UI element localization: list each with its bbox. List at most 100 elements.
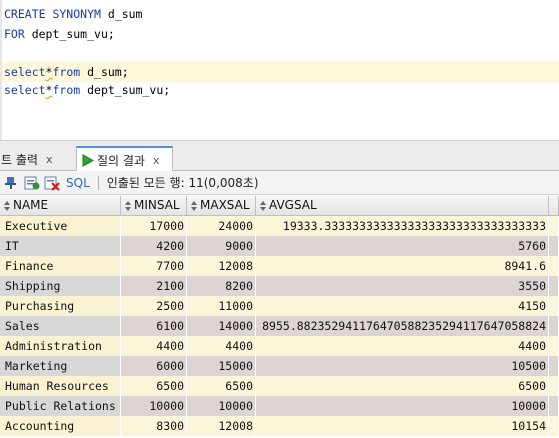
cell-avgsal[interactable]: 4150 [256,296,549,316]
sort-icon [4,201,10,211]
row-filler [549,276,559,296]
row-filler [549,336,559,356]
row-filler [549,416,559,436]
column-header-label: MAXSAL [200,198,250,212]
close-icon[interactable]: x [46,153,53,166]
cell-name[interactable]: Sales [0,316,121,336]
cell-minsal[interactable]: 6100 [121,316,187,336]
code-line: select*from dept_sum_vu; [4,80,170,100]
table-row[interactable]: IT 4200 9000 5760 [0,236,559,256]
tab-script-output[interactable]: 립트 출력 x [0,146,76,172]
table-row[interactable]: Executive 17000 24000 19333.333333333333333… [0,216,559,236]
row-filler [549,376,559,396]
cell-avgsal[interactable]: 4400 [256,336,549,356]
cell-avgsal[interactable]: 10500 [256,356,549,376]
cell-maxsal[interactable]: 4400 [187,336,256,356]
grid-header: NAME MINSAL MAXSAL AVGSAL [0,196,559,216]
tab-script-output-label: 립트 출력 [0,152,38,167]
pin-icon[interactable] [4,175,20,191]
cell-minsal[interactable]: 10000 [121,396,187,416]
sort-icon [125,201,131,211]
sort-icon [260,201,266,211]
cell-name[interactable]: Marketing [0,356,121,376]
refresh-icon[interactable] [24,175,40,191]
run-icon [82,153,94,167]
fetch-status: 인출된 모든 행: 11(0,008초) [106,176,259,190]
column-header-maxsal[interactable]: MAXSAL [187,196,256,216]
cell-minsal[interactable]: 7700 [121,256,187,276]
cell-minsal[interactable]: 6500 [121,376,187,396]
tab-query-result[interactable]: 질의 결과 x [76,146,173,172]
cell-avgsal[interactable]: 6500 [256,376,549,396]
cell-name[interactable]: Public Relations [0,396,121,416]
cell-name[interactable]: Executive [0,216,121,236]
cell-name[interactable]: Shipping [0,276,121,296]
cell-name[interactable]: IT [0,236,121,256]
cell-maxsal[interactable]: 8200 [187,276,256,296]
code-line: FOR dept_sum_vu; [4,24,115,44]
cell-minsal[interactable]: 2100 [121,276,187,296]
cell-avgsal[interactable]: 3550 [256,276,549,296]
close-icon[interactable]: x [153,154,160,167]
cell-minsal[interactable]: 4400 [121,336,187,356]
row-filler [549,236,559,256]
cell-avgsal[interactable]: 5760 [256,236,549,256]
table-row[interactable]: Finance 7700 12008 8941.6 [0,256,559,276]
sql-keyword: CREATE SYNONYM [4,7,101,21]
table-row[interactable]: Administration 4400 4400 4400 [0,336,559,356]
table-row[interactable]: Human Resources 6500 6500 6500 [0,376,559,396]
cell-minsal[interactable]: 2500 [121,296,187,316]
cell-minsal[interactable]: 4200 [121,236,187,256]
tab-query-result-label: 질의 결과 [97,153,145,168]
cell-maxsal[interactable]: 14000 [187,316,256,336]
column-header-label: NAME [13,198,49,212]
table-row[interactable]: Public Relations 10000 10000 10000 [0,396,559,416]
cell-maxsal[interactable]: 11000 [187,296,256,316]
cell-avgsal[interactable]: 8955.88235294117647058823529411764705882… [256,316,549,336]
row-filler [549,256,559,276]
code-line: select*from d_sum; [2,62,559,82]
cell-name[interactable]: Finance [0,256,121,276]
cell-maxsal[interactable]: 10000 [187,396,256,416]
cell-minsal[interactable]: 17000 [121,216,187,236]
table-row[interactable]: Sales 6100 14000 8955.882352941176470588235… [0,316,559,336]
delete-icon[interactable] [44,175,60,191]
sql-button[interactable]: SQL [66,176,90,190]
code-line: CREATE SYNONYM d_sum [4,4,142,24]
sql-keyword: FOR [4,27,25,41]
sql-keyword: select [4,65,46,79]
row-filler [549,396,559,416]
cell-maxsal[interactable]: 12008 [187,416,256,436]
cell-maxsal[interactable]: 9000 [187,236,256,256]
table-row[interactable]: Shipping 2100 8200 3550 [0,276,559,296]
table-row[interactable]: Marketing 6000 15000 10500 [0,356,559,376]
table-row[interactable]: Purchasing 2500 11000 4150 [0,296,559,316]
cell-avgsal[interactable]: 19333.33333333333333333333333333333333 [256,216,549,236]
cell-avgsal[interactable]: 10154 [256,416,549,436]
toolbar-separator [97,175,99,190]
row-filler [549,356,559,376]
row-filler [549,316,559,336]
cell-minsal[interactable]: 6000 [121,356,187,376]
row-filler [549,216,559,236]
cell-avgsal[interactable]: 10000 [256,396,549,416]
column-header-name[interactable]: NAME [0,196,121,216]
sql-editor[interactable]: CREATE SYNONYM d_sum FOR dept_sum_vu; sele… [0,0,559,140]
column-header-avgsal[interactable]: AVGSAL [256,196,549,216]
sql-token: d_sum [100,7,143,21]
cell-maxsal[interactable]: 15000 [187,356,256,376]
table-row[interactable]: Accounting 8300 12008 10154 [0,416,559,436]
column-header-minsal[interactable]: MINSAL [121,196,187,216]
sql-token: dept_sum_vu; [80,83,171,97]
cell-name[interactable]: Purchasing [0,296,121,316]
row-filler [549,296,559,316]
cell-minsal[interactable]: 8300 [121,416,187,436]
cell-maxsal[interactable]: 12008 [187,256,256,276]
cell-maxsal[interactable]: 24000 [187,216,256,236]
cell-name[interactable]: Administration [0,336,121,356]
cell-avgsal[interactable]: 8941.6 [256,256,549,276]
sort-icon [191,201,197,211]
cell-maxsal[interactable]: 6500 [187,376,256,396]
cell-name[interactable]: Human Resources [0,376,121,396]
cell-name[interactable]: Accounting [0,416,121,436]
